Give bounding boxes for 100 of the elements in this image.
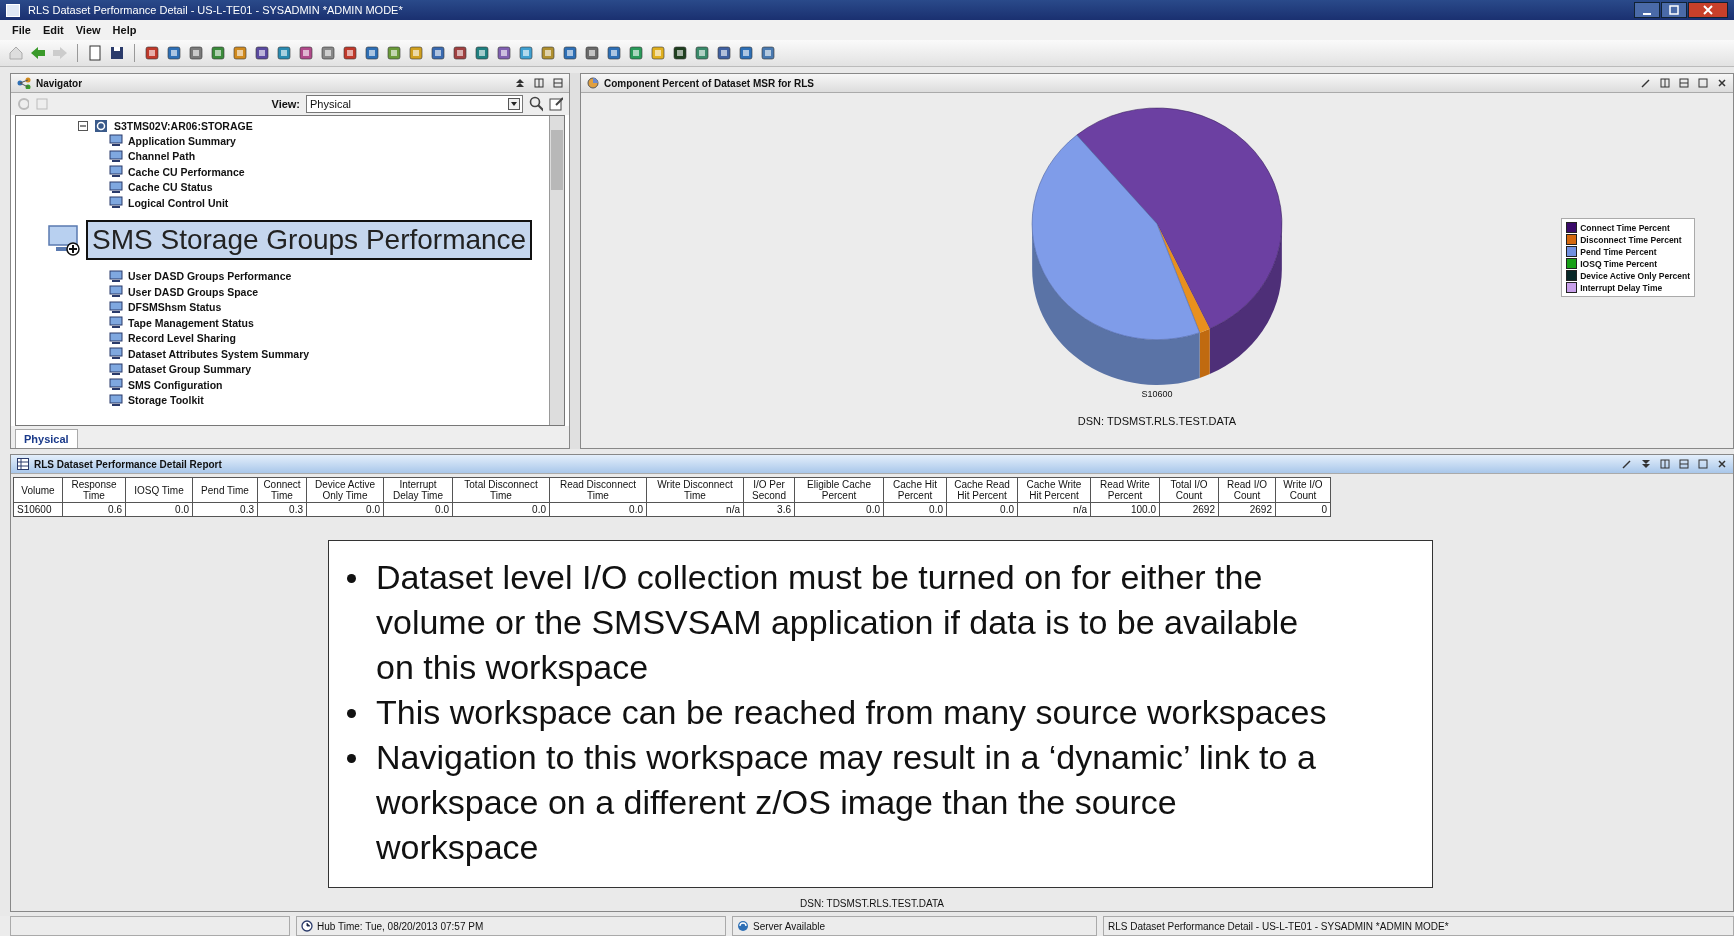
menu-item[interactable]: Edit <box>42 24 64 36</box>
tree-item[interactable]: Dataset Attributes System Summary <box>128 347 310 360</box>
column-header[interactable]: Read I/O Count <box>1218 477 1276 503</box>
column-header[interactable]: Write Disconnect Time <box>646 477 744 503</box>
table-cell: 0.0 <box>549 502 647 517</box>
column-header[interactable]: Response Time <box>62 477 126 503</box>
tree-item[interactable]: Dataset Group Summary <box>128 363 252 376</box>
column-header[interactable]: Cache Write Hit Percent <box>1017 477 1091 503</box>
split-icon[interactable] <box>1660 459 1670 469</box>
table-cell: 0.0 <box>452 502 550 517</box>
tree-item[interactable]: Record Level Sharing <box>128 332 236 345</box>
column-header[interactable]: Total I/O Count <box>1159 477 1219 503</box>
toolbar-tool-icon[interactable] <box>606 45 622 61</box>
toolbar-tool-icon[interactable] <box>474 45 490 61</box>
tree-item[interactable]: Tape Management Status <box>128 316 254 329</box>
tree-item[interactable]: Cache CU Performance <box>128 165 245 178</box>
split-icon[interactable] <box>1679 78 1689 88</box>
toolbar-tool-icon[interactable] <box>716 45 732 61</box>
close-icon <box>1703 5 1713 15</box>
toolbar-tool-icon[interactable] <box>672 45 688 61</box>
tree-item[interactable]: User DASD Groups Performance <box>128 270 292 283</box>
split-icon[interactable] <box>1679 459 1689 469</box>
column-header[interactable]: Interrupt Delay Time <box>383 477 453 503</box>
tree-item[interactable]: SMS Configuration <box>128 378 223 391</box>
minimize-icon <box>1643 13 1651 15</box>
splitter-handle[interactable] <box>570 73 580 449</box>
column-header[interactable]: Device Active Only Time <box>306 477 384 503</box>
collapse-icon[interactable] <box>515 78 525 88</box>
toolbar-tool-icon[interactable] <box>166 45 182 61</box>
column-header[interactable]: Pend Time <box>192 477 258 503</box>
toolbar-tool-icon[interactable] <box>276 45 292 61</box>
column-header[interactable]: Eligible Cache Percent <box>794 477 884 503</box>
table-cell: 0.3 <box>192 502 258 517</box>
toolbar-tool-icon[interactable] <box>496 45 512 61</box>
toolbar-tool-icon[interactable] <box>562 45 578 61</box>
toolbar-tool-icon[interactable] <box>430 45 446 61</box>
tree-item[interactable]: Storage Toolkit <box>128 394 204 407</box>
tree-item[interactable]: DFSMShsm Status <box>128 301 222 314</box>
toolbar-tool-icon[interactable] <box>254 45 270 61</box>
tree-item-magnified[interactable]: SMS Storage Groups Performance <box>86 219 533 260</box>
toolbar-tool-icon[interactable] <box>298 45 314 61</box>
edit-icon[interactable] <box>1641 78 1651 88</box>
toolbar-tool-icon[interactable] <box>694 45 710 61</box>
view-dropdown[interactable]: Physical <box>306 95 523 113</box>
toolbar-tool-icon[interactable] <box>760 45 776 61</box>
toolbar-tool-icon[interactable] <box>210 45 226 61</box>
column-header[interactable]: Write I/O Count <box>1275 477 1331 503</box>
toolbar-tool-icon[interactable] <box>738 45 754 61</box>
search-icon[interactable] <box>529 96 543 112</box>
expand-icon[interactable] <box>1641 459 1651 469</box>
physical-tab[interactable]: Physical <box>15 429 78 448</box>
minimize-button[interactable] <box>1634 2 1660 18</box>
legend-label: Connect Time Percent <box>1580 222 1670 233</box>
edit-icon[interactable] <box>1622 459 1632 469</box>
maximize-icon[interactable] <box>1698 459 1708 469</box>
column-header[interactable]: IOSQ Time <box>125 477 193 503</box>
column-header[interactable]: Read Write Percent <box>1090 477 1160 503</box>
callout-text: This workspace can be reached from many source workspaces <box>376 692 1327 733</box>
tree-item[interactable]: User DASD Groups Space <box>128 285 259 298</box>
column-header[interactable]: I/O Per Second <box>743 477 795 503</box>
column-header[interactable]: Read Disconnect Time <box>549 477 647 503</box>
column-header[interactable]: Volume <box>13 477 63 503</box>
menu-item[interactable]: File <box>12 24 31 36</box>
tree-item[interactable]: Logical Control Unit <box>128 196 229 209</box>
table-cell: 0.0 <box>794 502 884 517</box>
toolbar-tool-icon[interactable] <box>188 45 204 61</box>
close-icon[interactable] <box>1717 459 1727 469</box>
column-header[interactable]: Cache Read Hit Percent <box>946 477 1018 503</box>
edit-icon[interactable] <box>549 96 563 112</box>
tree-toggle-icon[interactable] <box>78 120 88 131</box>
toolbar-tool-icon[interactable] <box>628 45 644 61</box>
maximize-icon[interactable] <box>1698 78 1708 88</box>
toolbar-tool-icon[interactable] <box>342 45 358 61</box>
save-icon[interactable] <box>109 45 125 61</box>
menu-item[interactable]: View <box>75 24 101 36</box>
monitor-icon <box>109 393 123 407</box>
split-icon[interactable] <box>553 78 563 88</box>
toolbar-tool-icon[interactable] <box>320 45 336 61</box>
tree-item[interactable]: S3TMS02V:AR06:STORAGE <box>114 119 253 132</box>
column-header[interactable]: Connect Time <box>257 477 307 503</box>
close-icon[interactable] <box>1717 78 1727 88</box>
column-header[interactable]: Cache Hit Percent <box>883 477 947 503</box>
split-icon[interactable] <box>534 78 544 88</box>
toolbar-tool-icon[interactable] <box>364 45 380 61</box>
toolbar-tool-icon[interactable] <box>144 45 160 61</box>
new-page-icon[interactable] <box>87 45 103 61</box>
maximize-button[interactable] <box>1661 2 1687 18</box>
tree-item[interactable]: Cache CU Status <box>128 181 213 194</box>
split-icon[interactable] <box>1660 78 1670 88</box>
toolbar-tool-icon[interactable] <box>452 45 468 61</box>
toolbar-tool-icon[interactable] <box>584 45 600 61</box>
menu-item[interactable]: Help <box>112 24 137 36</box>
back-arrow-icon[interactable] <box>30 45 46 61</box>
server-status-icon <box>737 920 749 932</box>
tree-item[interactable]: Application Summary <box>128 134 236 147</box>
scrollbar[interactable] <box>549 116 564 425</box>
tree-item[interactable]: Channel Path <box>128 150 196 163</box>
close-button[interactable] <box>1688 2 1728 18</box>
column-header[interactable]: Total Disconnect Time <box>452 477 550 503</box>
report-caption: DSN: TDSMST.RLS.TEST.DATA <box>800 898 944 909</box>
